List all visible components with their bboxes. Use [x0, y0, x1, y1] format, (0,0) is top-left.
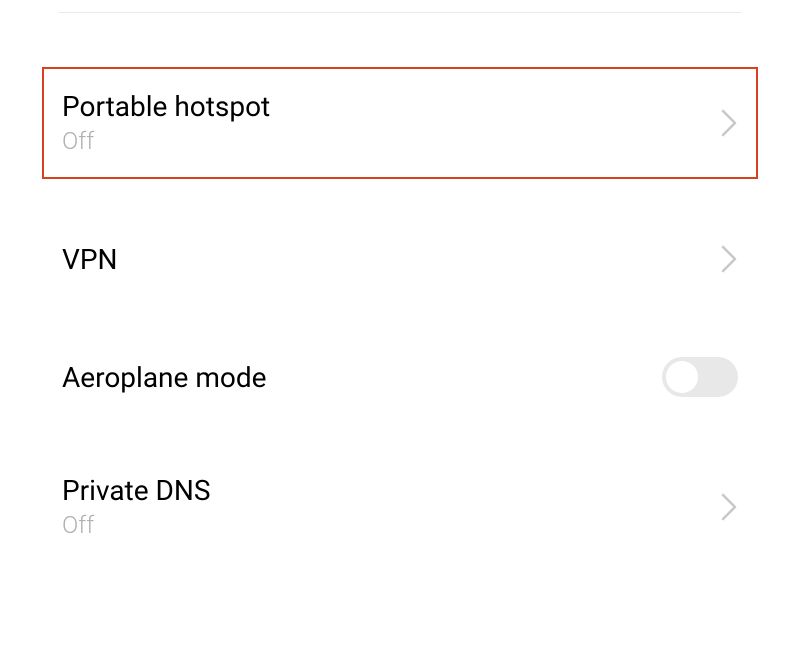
chevron-right-icon — [720, 492, 738, 522]
chevron-right-icon — [720, 108, 738, 138]
aeroplane-mode-toggle[interactable] — [662, 357, 738, 397]
setting-title: Aeroplane mode — [62, 360, 266, 395]
setting-text-block: Private DNS Off — [62, 473, 210, 541]
setting-aeroplane-mode[interactable]: Aeroplane mode — [42, 333, 758, 421]
settings-list: Portable hotspot Off VPN Aeroplane mode — [0, 67, 800, 563]
setting-subtitle: Off — [62, 510, 210, 541]
setting-private-dns[interactable]: Private DNS Off — [42, 451, 758, 563]
setting-title: Private DNS — [62, 473, 210, 508]
setting-title: Portable hotspot — [62, 89, 270, 124]
setting-text-block: Aeroplane mode — [62, 360, 266, 395]
setting-portable-hotspot[interactable]: Portable hotspot Off — [42, 67, 758, 179]
setting-vpn[interactable]: VPN — [42, 215, 758, 303]
section-divider — [58, 12, 742, 13]
chevron-right-icon — [720, 244, 738, 274]
toggle-knob — [666, 361, 698, 393]
setting-text-block: Portable hotspot Off — [62, 89, 270, 157]
setting-text-block: VPN — [62, 242, 117, 277]
setting-subtitle: Off — [62, 126, 270, 157]
setting-title: VPN — [62, 242, 117, 277]
